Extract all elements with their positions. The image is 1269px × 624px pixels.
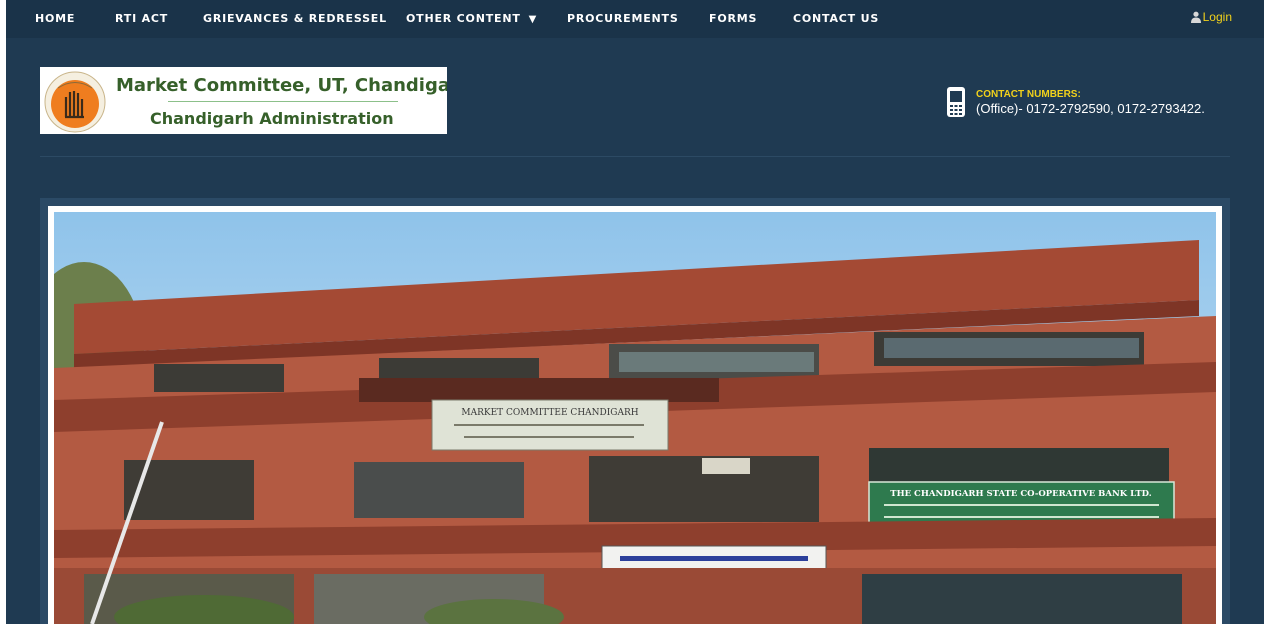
slide-frame: MARKET COMMITTEE CHANDIGARH THE CHANDIGA… (48, 206, 1222, 624)
logo-subtitle: Chandigarh Administration (150, 109, 394, 128)
contact-numbers-title: CONTACT NUMBERS: (976, 89, 1081, 100)
nav-home[interactable]: HOME (35, 12, 75, 25)
mobile-phone-icon (947, 87, 965, 117)
logo-divider (168, 101, 398, 102)
contact-numbers-value: (Office)- 0172-2792590, 0172-2793422. (976, 101, 1205, 116)
page: HOME RTI ACT GRIEVANCES & REDRESSEL OTHE… (6, 0, 1264, 624)
nav-other-content[interactable]: OTHER CONTENT ▼ (406, 12, 537, 25)
nav-other-content-label: OTHER CONTENT (406, 12, 521, 25)
login-link[interactable]: Login (1190, 10, 1232, 24)
logo-title: Market Committee, UT, Chandigarh (116, 75, 447, 96)
header-divider (40, 156, 1230, 157)
nav-contact-us[interactable]: CONTACT US (793, 12, 879, 25)
bank-sign-text: THE CHANDIGARH STATE CO-OPERATIVE BANK L… (890, 489, 1151, 499)
login-label: Login (1202, 10, 1232, 24)
chevron-down-icon: ▼ (528, 14, 538, 25)
open-hand-emblem-icon (44, 71, 106, 133)
nav-grievances[interactable]: GRIEVANCES & REDRESSEL (203, 12, 387, 25)
image-slider: MARKET COMMITTEE CHANDIGARH THE CHANDIGA… (40, 198, 1230, 624)
site-logo[interactable]: Market Committee, UT, Chandigarh Chandig… (40, 67, 447, 134)
top-navigation: HOME RTI ACT GRIEVANCES & REDRESSEL OTHE… (6, 0, 1264, 38)
nav-procurements[interactable]: PROCUREMENTS (567, 12, 679, 25)
user-icon (1190, 11, 1201, 23)
nav-rti-act[interactable]: RTI ACT (115, 12, 168, 25)
nav-forms[interactable]: FORMS (709, 12, 757, 25)
market-committee-building-photo[interactable]: MARKET COMMITTEE CHANDIGARH THE CHANDIGA… (54, 212, 1216, 624)
market-committee-sign-text: MARKET COMMITTEE CHANDIGARH (461, 408, 638, 418)
